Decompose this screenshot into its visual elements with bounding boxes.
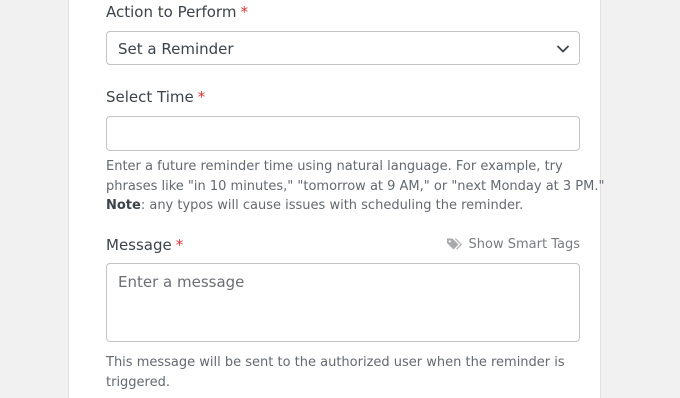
time-help-line: phrases like "in 10 minutes," "tomorrow …: [106, 178, 605, 194]
tags-icon: [446, 238, 462, 250]
time-help-line: Enter a future reminder time using natur…: [106, 159, 563, 174]
action-field-label-text: Action to Perform: [106, 3, 237, 21]
chevron-down-icon: [557, 45, 569, 53]
note-text: : any typos will cause issues with sched…: [140, 198, 524, 213]
message-textarea[interactable]: [106, 263, 580, 342]
time-input[interactable]: [106, 116, 580, 151]
time-field-label: Select Time *: [106, 87, 205, 107]
time-help-note: Note: any typos will cause issues with s…: [106, 196, 586, 216]
message-help-line: This message will be sent to the authori…: [106, 355, 565, 370]
action-select[interactable]: Set a Reminder: [106, 31, 580, 65]
required-asterisk: *: [240, 3, 248, 21]
required-asterisk: *: [175, 236, 184, 254]
time-help-text: Enter a future reminder time using natur…: [106, 157, 605, 216]
message-help-text: This message will be sent to the authori…: [106, 353, 586, 392]
action-select-value: Set a Reminder: [118, 40, 234, 58]
show-smart-tags-label: Show Smart Tags: [468, 236, 580, 252]
message-field-label: Message *: [106, 235, 183, 255]
message-field-label-text: Message: [106, 236, 172, 254]
time-field-label-text: Select Time: [106, 88, 194, 106]
action-field-label: Action to Perform *: [106, 2, 248, 22]
note-label: Note: [106, 198, 141, 213]
message-help-line: triggered.: [106, 374, 170, 390]
show-smart-tags-link[interactable]: Show Smart Tags: [446, 234, 580, 254]
required-asterisk: *: [197, 88, 206, 106]
